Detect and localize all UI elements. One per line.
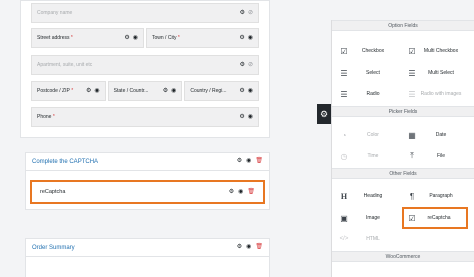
gear-icon[interactable]: ⚙: [239, 88, 244, 94]
checkbox-icon: ☑: [340, 46, 348, 56]
paragraph-icon: ¶: [409, 191, 415, 201]
tool-color[interactable]: ◔ Color: [336, 126, 402, 144]
eye-icon[interactable]: ◉: [246, 244, 251, 250]
gear-icon[interactable]: ⚙: [86, 88, 91, 94]
gear-icon[interactable]: ⚙: [237, 244, 242, 250]
company-placeholder: Company name: [37, 10, 73, 16]
upload-icon: ⤒: [410, 151, 414, 160]
tool-checkbox[interactable]: ☑ Checkbox: [336, 42, 402, 60]
gear-icon[interactable]: ⚙: [239, 35, 244, 41]
recaptcha-label: reCaptcha: [40, 189, 66, 195]
eye-icon[interactable]: ◉: [248, 35, 253, 41]
eye-icon[interactable]: ◉: [171, 88, 176, 94]
order-summary-section: Order Summary ⚙ ◉ 🗑: [25, 238, 270, 277]
recaptcha-field[interactable]: reCaptcha ⚙ ◉ 🗑: [30, 180, 265, 204]
list-icon: ☰: [340, 68, 348, 78]
company-field[interactable]: Company name ⚙ ⊘: [31, 3, 259, 23]
phone-label: Phone: [37, 114, 52, 120]
order-summary-title: Order Summary: [32, 245, 75, 251]
settings-toggle-button[interactable]: ⚙: [317, 104, 331, 124]
gear-icon[interactable]: ⚙: [163, 88, 168, 94]
town-field[interactable]: Town / City * ⚙ ◉: [146, 28, 259, 48]
town-label: Town / City: [152, 35, 177, 41]
woocommerce-header: WooCommerce: [332, 251, 474, 262]
image-icon: ▣: [340, 213, 348, 223]
other-fields-header: Other Fields: [332, 168, 474, 179]
tool-radio-with-images[interactable]: ☰ Radio with images: [404, 85, 470, 103]
calendar-icon: ▦: [408, 130, 416, 140]
apartment-placeholder: Apartment, suite, unit etc: [37, 62, 93, 68]
multi-checkbox-icon: ☑: [408, 46, 416, 56]
country-label: Country / Regi...: [190, 88, 227, 94]
eye-icon[interactable]: ◉: [248, 114, 253, 120]
country-field[interactable]: Country / Regi... ⚙ ◉: [184, 81, 260, 101]
eye-icon[interactable]: ◉: [133, 35, 138, 41]
eye-off-icon[interactable]: ⊘: [248, 10, 253, 16]
gear-icon[interactable]: ⚙: [240, 10, 245, 16]
recaptcha-icon: ☑: [408, 213, 416, 223]
gear-icon: ⚙: [319, 108, 329, 119]
divider: [26, 256, 269, 257]
street-label: Street address: [37, 35, 70, 41]
radio-list-icon: ☰: [408, 89, 416, 99]
postcode-label: Postcode / ZIP: [37, 88, 70, 94]
captcha-section-title: Complete the CAPTCHA: [32, 159, 99, 165]
captcha-section: Complete the CAPTCHA ⚙ ◉ 🗑 reCaptcha ⚙ ◉…: [25, 152, 270, 210]
tool-multi-checkbox[interactable]: ☑ Multi Checkbox: [404, 42, 470, 60]
tool-paragraph[interactable]: ¶ Paragraph: [404, 187, 470, 205]
gear-icon[interactable]: ⚙: [229, 189, 234, 195]
radio-list-icon: ☰: [340, 89, 348, 99]
postcode-field[interactable]: Postcode / ZIP * ⚙ ◉: [31, 81, 106, 101]
state-label: State / Countr...: [113, 88, 149, 94]
eye-off-icon[interactable]: ⊘: [248, 62, 253, 68]
gear-icon[interactable]: ⚙: [239, 114, 244, 120]
gear-icon[interactable]: ⚙: [237, 158, 242, 164]
eye-icon[interactable]: ◉: [248, 88, 253, 94]
heading-icon: H: [340, 191, 348, 201]
eye-icon[interactable]: ◉: [238, 189, 243, 195]
tool-select[interactable]: ☰ Select: [336, 64, 402, 82]
picker-fields-header: Picker Fields: [332, 106, 474, 117]
palette-icon: ◔: [341, 130, 347, 140]
tool-time[interactable]: ◷ Time: [336, 147, 402, 165]
eye-icon[interactable]: ◉: [94, 88, 99, 94]
tool-html[interactable]: </> HTML: [336, 230, 402, 248]
list-icon: ☰: [408, 68, 416, 78]
tool-multi-select[interactable]: ☰ Multi Select: [404, 64, 470, 82]
tool-image[interactable]: ▣ Image: [336, 209, 402, 227]
option-fields-header: Option Fields: [332, 20, 474, 31]
gear-icon[interactable]: ⚙: [124, 35, 129, 41]
state-field[interactable]: State / Countr... ⚙ ◉: [107, 81, 183, 101]
fields-toolbar: Option Fields ☑ Checkbox ☑ Multi Checkbox …: [331, 20, 474, 277]
clock-icon: ◷: [340, 151, 348, 161]
tool-radio[interactable]: ☰ Radio: [336, 85, 402, 103]
gear-icon[interactable]: ⚙: [240, 62, 245, 68]
tool-file[interactable]: ⤒ File: [404, 147, 470, 165]
code-icon: </>: [339, 236, 349, 242]
street-field[interactable]: Street address * ⚙ ◉: [31, 28, 144, 48]
apartment-field[interactable]: Apartment, suite, unit etc ⚙ ⊘: [31, 55, 259, 75]
eye-icon[interactable]: ◉: [246, 158, 251, 164]
phone-field[interactable]: Phone * ⚙ ◉: [31, 107, 259, 127]
form-canvas: Company name ⚙ ⊘ Street address * ⚙ ◉ To…: [20, 0, 270, 138]
trash-icon[interactable]: 🗑: [255, 158, 263, 164]
tool-heading[interactable]: H Heading: [336, 187, 402, 205]
trash-icon[interactable]: 🗑: [247, 189, 255, 195]
trash-icon[interactable]: 🗑: [255, 244, 263, 250]
divider: [26, 170, 269, 171]
tool-date[interactable]: ▦ Date: [404, 126, 470, 144]
tool-recaptcha[interactable]: ☑ reCaptcha: [402, 207, 468, 229]
